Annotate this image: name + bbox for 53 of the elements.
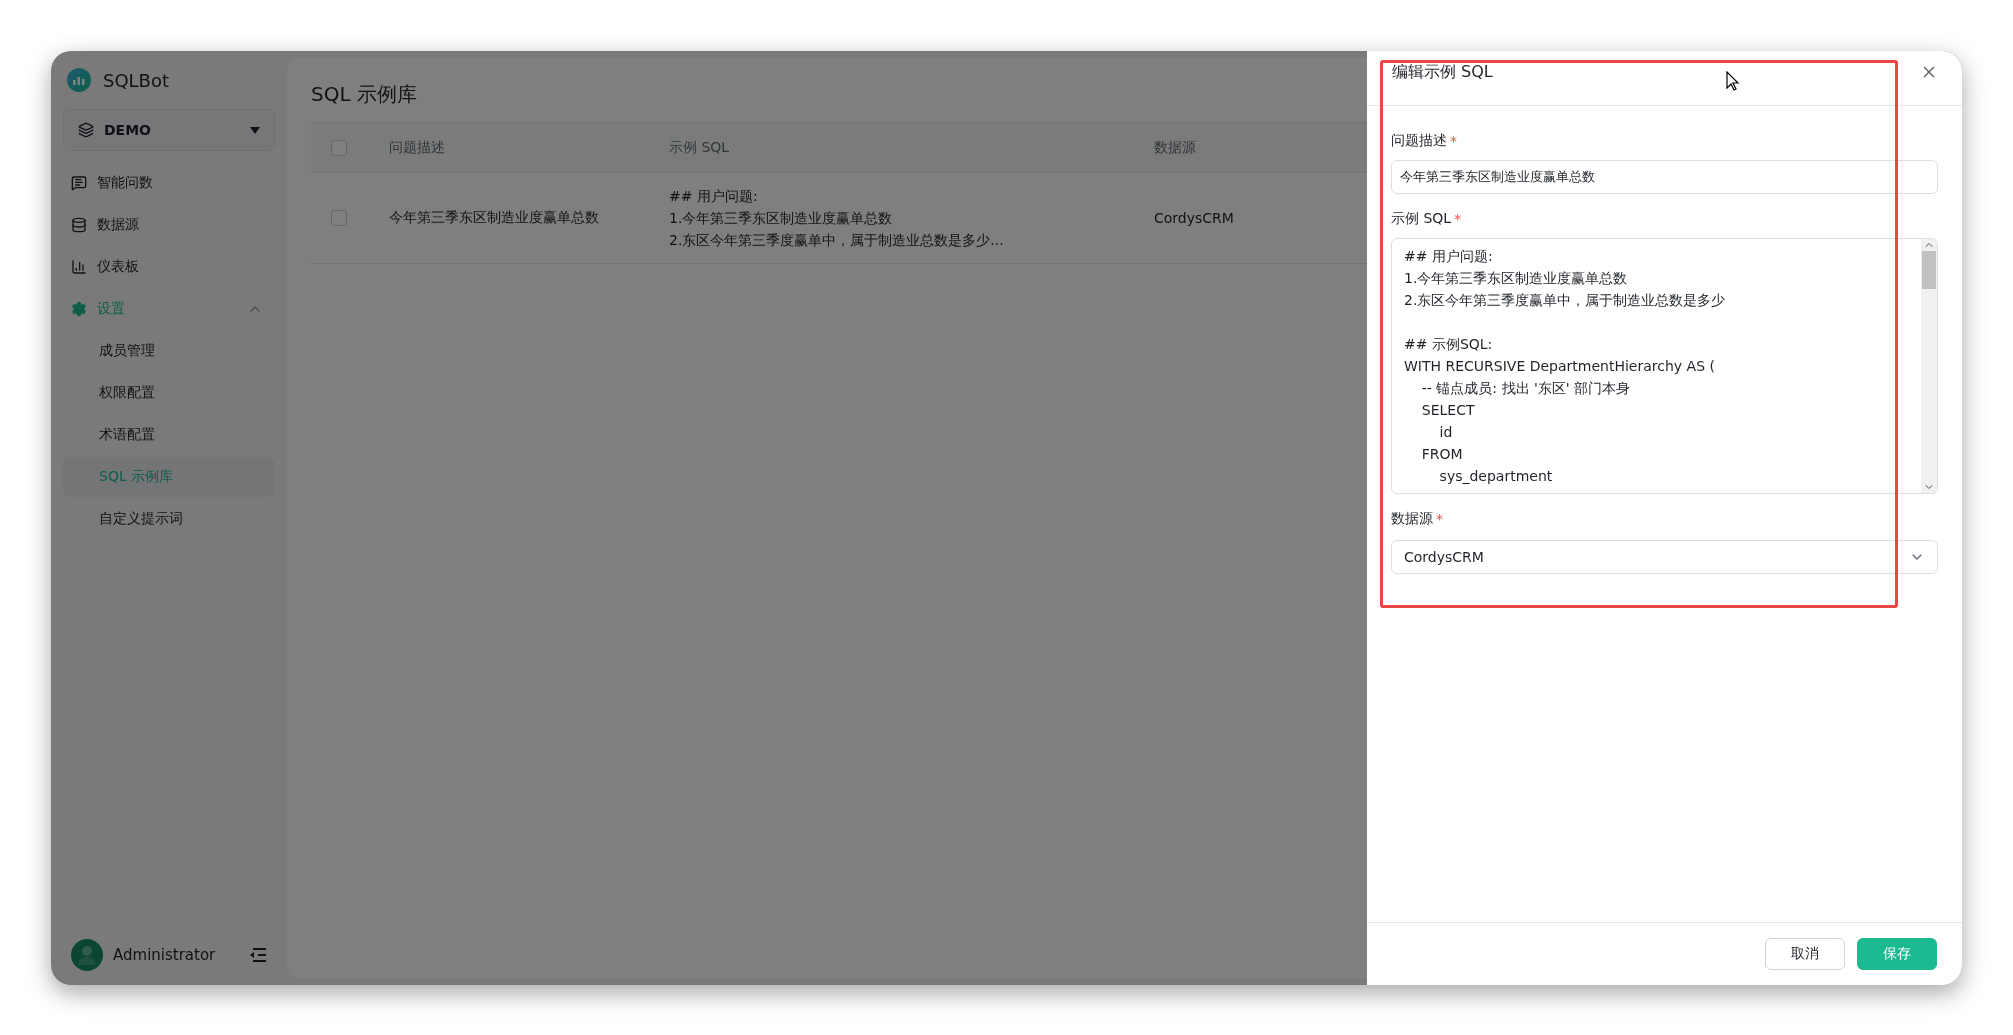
- caret-icon: [250, 126, 260, 134]
- nav-item[interactable]: 数据源: [63, 205, 275, 245]
- save-button[interactable]: 保存: [1857, 938, 1937, 970]
- scrollbar[interactable]: [1921, 239, 1937, 493]
- required-mark: *: [1450, 133, 1457, 149]
- table-cell-text: 今年第三季东区制造业度赢单总数: [388, 209, 599, 227]
- code-line: -- 锚点成员: 找出 '东区' 部门本身: [1420, 379, 1632, 398]
- field-label: 示例 SQL: [1391, 210, 1452, 228]
- column-header: 问题描述: [388, 138, 445, 157]
- collapse-menu-icon[interactable]: [249, 947, 267, 963]
- code-line: sys_department: [1438, 467, 1554, 486]
- database-icon: [71, 217, 87, 233]
- nav-item[interactable]: 智能问数: [63, 163, 275, 203]
- code-line: id: [1438, 423, 1454, 442]
- code-line: WITH RECURSIVE DepartmentHierarchy AS (: [1404, 357, 1716, 376]
- nav-subitem[interactable]: 权限配置: [63, 373, 275, 413]
- nav-subitem[interactable]: 自定义提示词: [63, 499, 275, 539]
- code-field[interactable]: ## 用户问题: 1.今年第三季东区制造业度赢单总数 2.东区今年第三季度赢单中，属于制造业总数是多少 ## 示例SQL: WITH RECURSIVE DepartmentHierarchy AS ( -- 锚点成员: 找出 '东区' 部门本身 SELECT id FROM sys_department: [1391, 238, 1938, 494]
- required-mark: *: [1436, 511, 1443, 527]
- chat-icon: [71, 175, 87, 191]
- cursor-icon: [1726, 71, 1740, 91]
- column-header: 示例 SQL: [668, 138, 730, 157]
- settings-icon: [71, 301, 87, 317]
- workspace-dropdown[interactable]: DEMO: [63, 109, 275, 151]
- nav-item[interactable]: 仪表板: [63, 247, 275, 287]
- code-line: 2.东区今年第三季度赢单中，属于制造业总数是多少: [1404, 291, 1727, 310]
- scrollbar-thumb[interactable]: [1922, 251, 1936, 289]
- row-checkbox[interactable]: [331, 210, 347, 226]
- select-all-checkbox[interactable]: [331, 139, 347, 156]
- code-line: ## 示例SQL:: [1404, 335, 1494, 354]
- column-header: 数据源: [1153, 138, 1196, 157]
- code-line: SELECT: [1420, 401, 1476, 420]
- select-field[interactable]: CordysCRM: [1391, 540, 1938, 574]
- nav-subitem[interactable]: 成员管理: [63, 331, 275, 371]
- layers-icon: [78, 122, 94, 138]
- bar-chart-icon: [71, 259, 87, 275]
- page-title: SQL 示例库: [311, 80, 417, 108]
- code-line: 1.今年第三季东区制造业度赢单总数: [1404, 269, 1629, 288]
- code-line: ## 用户问题:: [1404, 247, 1494, 266]
- logo-icon: [65, 66, 93, 94]
- user-name: Administrator: [113, 946, 217, 964]
- required-mark: *: [1454, 211, 1462, 227]
- input-field[interactable]: 今年第三季东区制造业度赢单总数: [1391, 160, 1938, 194]
- field-label: 数据源: [1391, 510, 1433, 528]
- cancel-button[interactable]: 取消: [1765, 938, 1845, 970]
- drawer-title: 编辑示例 SQL: [1392, 61, 1493, 83]
- code-line: FROM: [1420, 445, 1464, 464]
- field-label: 问题描述: [1391, 132, 1447, 150]
- nav-subitem[interactable]: 术语配置: [63, 415, 275, 455]
- table-cell-text: CordysCRM: [1153, 210, 1234, 226]
- avatar-icon: [71, 939, 103, 971]
- table-cell-text: ## 用户问题: 1.今年第三季东区制造业度赢单总数 2.东区今年第三季度赢单中，属于制造业总数是多少...: [668, 187, 1005, 250]
- app-name: SQLBot: [103, 69, 170, 91]
